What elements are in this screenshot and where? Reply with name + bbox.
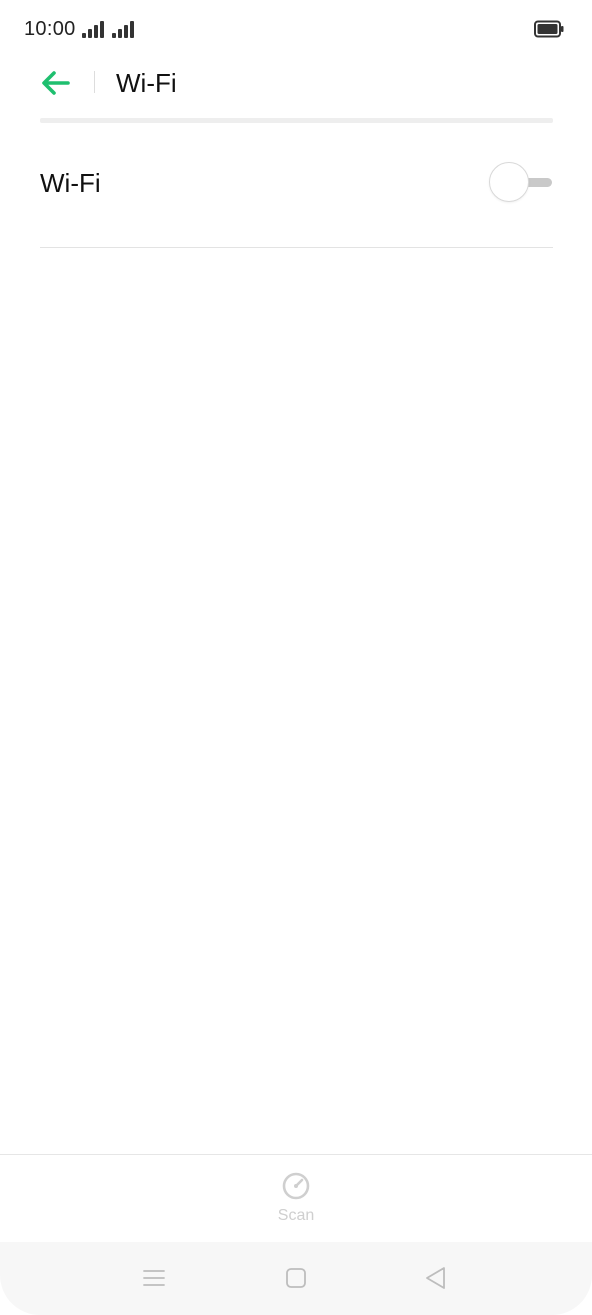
arrow-left-icon xyxy=(42,71,70,95)
wifi-setting-row[interactable]: Wi-Fi xyxy=(40,140,553,226)
signal-bars-icon xyxy=(112,20,138,38)
signal-bars-icon xyxy=(82,20,108,38)
back-button[interactable] xyxy=(36,68,76,98)
header-divider xyxy=(94,71,95,93)
status-time: 10:00 xyxy=(24,18,76,40)
wifi-toggle-switch[interactable] xyxy=(489,162,553,202)
home-square-icon xyxy=(286,1268,306,1288)
scan-button[interactable]: Scan xyxy=(256,1171,336,1235)
row-divider xyxy=(40,247,553,248)
scan-gauge-icon xyxy=(282,1172,310,1200)
toggle-thumb xyxy=(489,162,529,202)
wifi-label: Wi-Fi xyxy=(40,168,101,198)
back-triangle-icon xyxy=(426,1267,445,1289)
system-nav-bar xyxy=(0,1242,592,1315)
page-title: Wi-Fi xyxy=(116,68,177,98)
menu-icon xyxy=(143,1270,165,1286)
nav-back-button[interactable] xyxy=(422,1264,450,1292)
app-header: Wi-Fi xyxy=(0,60,592,106)
nav-menu-button[interactable] xyxy=(140,1264,168,1292)
bottom-action-bar: Scan xyxy=(0,1154,592,1243)
status-bar: 10:00 xyxy=(0,0,592,60)
scan-label: Scan xyxy=(277,1207,315,1224)
header-separator xyxy=(40,118,553,123)
nav-home-button[interactable] xyxy=(282,1264,310,1292)
battery-icon xyxy=(534,20,564,38)
